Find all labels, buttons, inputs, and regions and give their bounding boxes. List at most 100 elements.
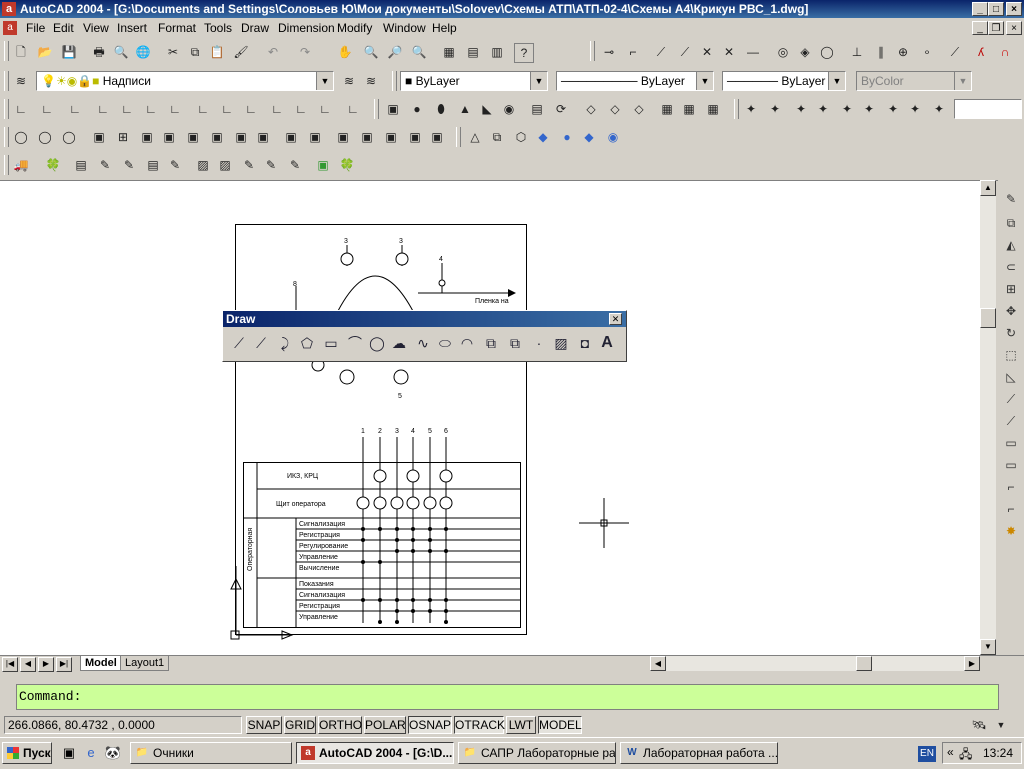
3d-face-icon[interactable]: ⊞ (114, 128, 132, 146)
sphere-icon[interactable]: ▣ (232, 128, 250, 146)
publish-icon[interactable]: 🌐 (134, 43, 152, 61)
landscape-icon[interactable]: ✦ (930, 100, 948, 118)
model-toggle[interactable]: MODEL (538, 716, 582, 734)
snap-tangent-icon[interactable]: ◯ (818, 43, 836, 61)
pyramid-icon[interactable]: ▣ (184, 128, 202, 146)
toolbar-grip[interactable] (4, 99, 9, 119)
mass-props-icon[interactable]: ✎ (120, 156, 138, 174)
chevron-down-icon[interactable]: ▼ (696, 72, 713, 90)
new-icon[interactable]: 🗋 (12, 43, 30, 61)
doc-restore-button[interactable]: ❐ (988, 21, 1004, 35)
area-icon[interactable]: ✎ (96, 156, 114, 174)
ortho-toggle[interactable]: ORTHO (318, 716, 362, 734)
hscroll-thumb[interactable] (856, 656, 872, 671)
interference-icon[interactable]: ◇ (630, 100, 648, 118)
snap-quadrant-icon[interactable]: ◈ (796, 43, 814, 61)
horizontal-scrollbar[interactable] (666, 656, 964, 671)
show-desktop-icon[interactable]: ▣ (60, 744, 78, 762)
background-icon[interactable]: ✦ (884, 100, 902, 118)
menu-file[interactable]: File (26, 21, 45, 35)
linetype-dropdown[interactable]: ───────── ByLayer ▼ (556, 71, 714, 91)
ucs-face-icon[interactable]: ∟ (94, 100, 112, 118)
toolbar-grip[interactable] (374, 99, 379, 119)
aerial-view-icon[interactable]: 🍀 (338, 156, 356, 174)
menu-insert[interactable]: Insert (117, 21, 147, 35)
snap-toggle[interactable]: SNAP (246, 716, 282, 734)
mapping-icon[interactable]: ✦ (860, 100, 878, 118)
sphere-icon[interactable]: ● (408, 100, 426, 118)
snap-perpendicular-icon[interactable]: ⊥ (848, 43, 866, 61)
print-icon[interactable]: 🖶 (90, 43, 108, 61)
menu-format[interactable]: Format (158, 21, 196, 35)
distance-icon[interactable]: ▤ (72, 156, 90, 174)
ref-remove-icon[interactable]: ✎ (240, 156, 258, 174)
make-block-icon[interactable]: ⧉ (505, 333, 525, 353)
insert-block-icon[interactable]: ⧉ (481, 333, 501, 353)
redo-icon[interactable]: ↷ (296, 43, 314, 61)
gouraud-edges-icon[interactable]: ◉ (604, 128, 622, 146)
erase-icon[interactable]: ✎ (1002, 190, 1020, 208)
ucs-x-icon[interactable]: ∟ (194, 100, 212, 118)
materials-icon[interactable]: ✦ (814, 100, 832, 118)
toolbar-empty-field[interactable] (954, 99, 1022, 119)
ref-save-icon[interactable]: ✎ (286, 156, 304, 174)
maximize-button[interactable]: □ (988, 2, 1004, 16)
scroll-right-icon[interactable]: ▶ (964, 656, 980, 671)
minimize-button[interactable]: _ (972, 2, 988, 16)
dome-icon[interactable]: ▣ (254, 128, 272, 146)
ucs-y-icon[interactable]: ∟ (218, 100, 236, 118)
scale-icon[interactable]: ⬚ (1002, 346, 1020, 364)
pan-icon[interactable]: ✋ (336, 43, 354, 61)
toolbar-grip[interactable] (4, 41, 9, 61)
menu-draw[interactable]: Draw (241, 21, 269, 35)
ucs-view-icon[interactable]: ∟ (142, 100, 160, 118)
wedge-icon[interactable]: ▣ (160, 128, 178, 146)
task-sapr[interactable]: 📁 САПР Лабораторные ра... (458, 742, 616, 764)
ucs-object-icon[interactable]: ∟ (118, 100, 136, 118)
circle-icon[interactable]: ◯ (367, 333, 387, 353)
draw-toolbar[interactable]: Draw ✕ ⟋ ⟋ ⤸ ⬠ ▭ ⌒ ◯ ☁ ∿ ⬭ ◠ ⧉ ⧉ · ▨ ◘ A (222, 310, 627, 362)
make-object-layer-current-icon[interactable]: ≋ (340, 72, 358, 90)
chevron-down-icon[interactable]: ▼ (530, 72, 547, 90)
polyline-icon[interactable]: ⤸ (275, 333, 295, 353)
draw-toolbar-title[interactable]: Draw (223, 311, 626, 327)
ellipse-icon[interactable]: ⬭ (435, 333, 455, 353)
snap-extension-icon[interactable]: ✕ (720, 43, 738, 61)
ref-edit-icon[interactable]: ▨ (194, 156, 212, 174)
start-button[interactable]: Пуск (2, 742, 52, 764)
chevron-down-icon[interactable]: ▼ (316, 72, 333, 90)
setup-drawing-icon[interactable]: ▦ (658, 100, 676, 118)
layer-manager-icon[interactable]: ≋ (12, 72, 30, 90)
lights-icon[interactable]: ✦ (792, 100, 810, 118)
menu-modify[interactable]: Modify (337, 21, 372, 35)
toolbar-grip[interactable] (4, 155, 9, 175)
torus-icon[interactable]: ◉ (500, 100, 518, 118)
toolbar-grip[interactable] (4, 71, 9, 91)
setup-view-icon[interactable]: ▦ (680, 100, 698, 118)
layer-dropdown[interactable]: 💡☀◉🔒■ Надписи ▼ (36, 71, 334, 91)
revolve-icon[interactable]: ⟳ (552, 100, 570, 118)
paste-icon[interactable]: 📋 (208, 43, 226, 61)
first-tab-icon[interactable]: |◀ (2, 657, 18, 672)
clock[interactable]: 13:24 (983, 746, 1013, 760)
task-ochniki[interactable]: 📁 Очники (130, 742, 292, 764)
panda-icon[interactable]: 🐼 (104, 744, 122, 762)
internet-explorer-icon[interactable]: e (82, 744, 100, 762)
wedge-icon[interactable]: ◣ (478, 100, 496, 118)
viewport-icon[interactable]: ◯ (60, 128, 78, 146)
chevron-down-icon[interactable]: ▼ (828, 72, 845, 90)
ref-add-icon[interactable]: ▨ (216, 156, 234, 174)
scroll-left-icon[interactable]: ◀ (650, 656, 666, 671)
explode-icon[interactable]: ✸ (1002, 522, 1020, 540)
point-icon[interactable]: · (529, 333, 549, 353)
snap-node-icon[interactable]: ∘ (918, 43, 936, 61)
chamfer-icon[interactable]: ⌐ (1002, 478, 1020, 496)
flat-shaded-icon[interactable]: ◆ (534, 128, 552, 146)
next-tab-icon[interactable]: ▶ (38, 657, 54, 672)
scroll-down-icon[interactable]: ▼ (980, 639, 996, 655)
line-icon[interactable]: ⟋ (229, 333, 249, 353)
close-icon[interactable]: ✕ (609, 313, 622, 325)
viewport-icon[interactable]: ◯ (36, 128, 54, 146)
3d-mesh-icon[interactable]: ▣ (334, 128, 352, 146)
3d-wireframe-icon[interactable]: ⬡ (512, 128, 530, 146)
